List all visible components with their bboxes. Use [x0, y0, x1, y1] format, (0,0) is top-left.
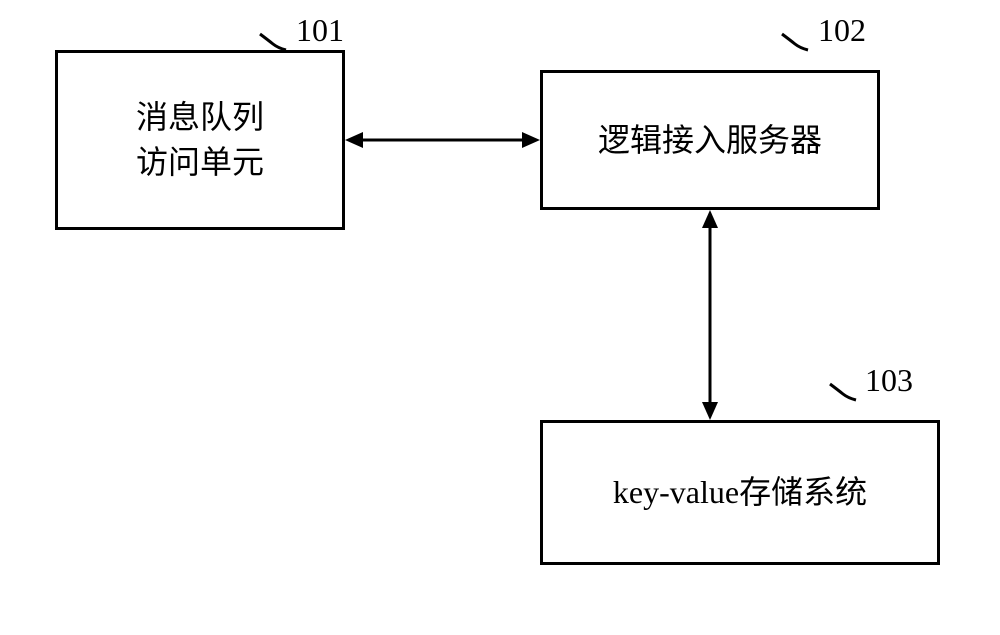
box-logic-access-server: 逻辑接入服务器	[540, 70, 880, 210]
box-101-number: 101	[296, 12, 344, 49]
box-message-queue-access-unit: 消息队列 访问单元	[55, 50, 345, 230]
box-103-label: key-value存储系统	[613, 470, 867, 515]
box-key-value-storage-system: key-value存储系统	[540, 420, 940, 565]
double-arrow-vertical-icon	[698, 210, 722, 420]
box-103-number: 103	[865, 362, 913, 399]
tick-mark-icon	[828, 382, 858, 402]
box-102-number: 102	[818, 12, 866, 49]
box-101-line1: 消息队列	[136, 95, 264, 140]
box-102-label: 逻辑接入服务器	[598, 118, 822, 163]
tick-mark-icon	[780, 32, 810, 52]
double-arrow-horizontal-icon	[345, 128, 540, 152]
box-101-line2: 访问单元	[136, 140, 264, 185]
box-101-content: 消息队列 访问单元	[136, 95, 264, 185]
tick-mark-icon	[258, 32, 288, 52]
